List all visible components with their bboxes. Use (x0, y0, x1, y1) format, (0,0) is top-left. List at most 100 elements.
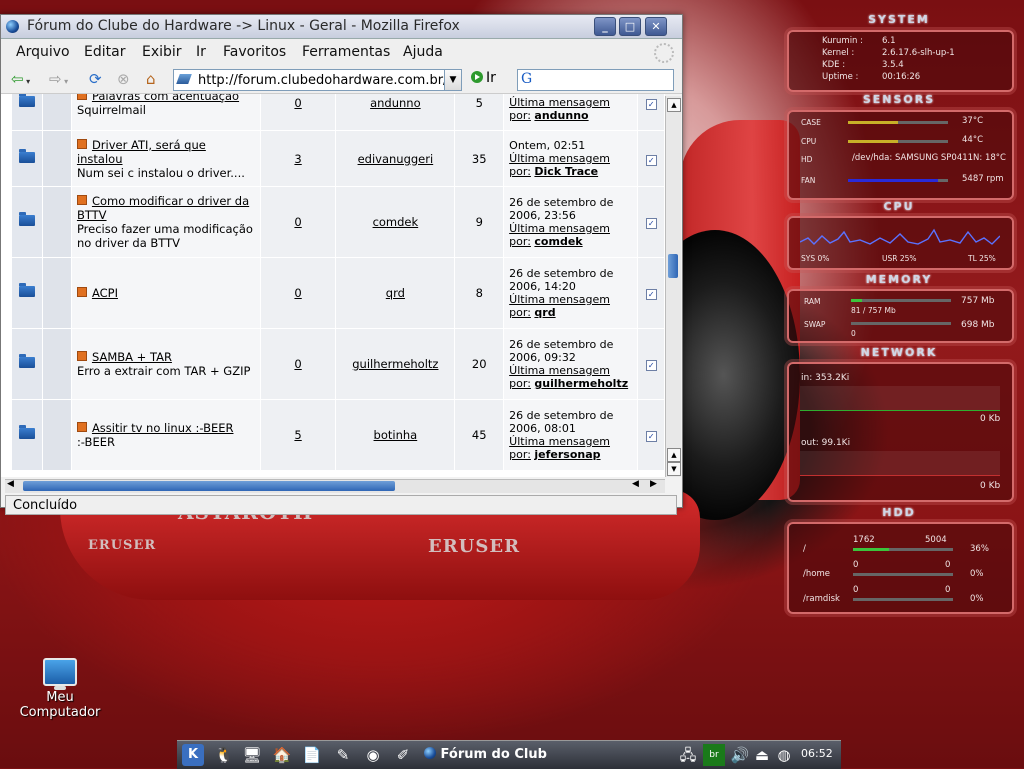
menu-ajuda[interactable]: Ajuda (403, 44, 443, 60)
topic-title-link[interactable]: Como modificar o driver da BTTV (77, 194, 249, 222)
scroll-left-end-icon[interactable]: ◀ (632, 479, 639, 489)
topic-title-link[interactable]: Palavras com acentuação (92, 94, 239, 103)
maximize-button[interactable]: □ (619, 17, 641, 36)
forward-button[interactable]: ⇨ ▾ (49, 70, 68, 88)
last-post-link[interactable]: Última mensagem (509, 435, 610, 448)
minimize-button[interactable]: _ (594, 17, 616, 36)
scroll-right-icon[interactable]: ▶ (650, 479, 657, 489)
vertical-scrollbar[interactable]: ▲ ▲ ▼ (665, 96, 681, 477)
volume-icon[interactable]: 🔊 (729, 744, 751, 766)
go-button[interactable]: Ir (471, 70, 496, 86)
menu-exibir[interactable]: Exibir (142, 44, 182, 60)
replies-link[interactable]: 0 (294, 357, 301, 371)
kde-menu-icon[interactable]: K (182, 744, 204, 766)
scroll-up-icon[interactable]: ▲ (667, 98, 681, 112)
taskbar-firefox-task[interactable]: Fórum do Club (424, 744, 554, 766)
back-dropdown-icon[interactable]: ▾ (24, 77, 30, 86)
author-link[interactable]: botinha (374, 428, 418, 442)
system-tray-globe-icon[interactable]: ◍ (773, 744, 795, 766)
stop-button[interactable]: ⊗ (117, 70, 130, 88)
topic-title-link[interactable]: Driver ATI, será que instalou (77, 138, 206, 166)
last-post-user-link[interactable]: jefersonap (534, 448, 600, 461)
menu-arquivo[interactable]: Arquivo (16, 44, 70, 60)
topic-select-checkbox[interactable]: ✓ (645, 360, 657, 371)
keyboard-layout-icon[interactable]: br (703, 744, 725, 766)
topic-title-link[interactable]: ACPI (92, 286, 118, 300)
topic-select-checkbox[interactable]: ✓ (645, 98, 657, 110)
home-button[interactable]: ⌂ (146, 70, 156, 88)
topic-cell: ACPI (70, 257, 261, 329)
clock[interactable]: 06:52 (801, 747, 833, 760)
swap-label: SWAP (804, 320, 826, 329)
replies-link[interactable]: 0 (294, 96, 301, 110)
topic-status-cell (41, 186, 72, 258)
media-player-icon[interactable]: ◉ (362, 744, 384, 766)
author-link[interactable]: guilhermeholtz (352, 357, 438, 371)
last-post-link[interactable]: Última mensagem (509, 152, 610, 165)
last-post-by-label: por: (509, 165, 531, 178)
last-post-user-link[interactable]: guilhermeholtz (534, 377, 628, 390)
url-bar[interactable] (173, 69, 446, 91)
author-link[interactable]: edivanuggeri (358, 152, 434, 166)
topic-folder-cell (11, 257, 43, 329)
last-post-date: 26 de setembro de 2006, 08:01 (509, 409, 614, 435)
url-history-dropdown[interactable]: ▼ (444, 69, 462, 91)
author-link[interactable]: andunno (370, 96, 421, 110)
close-button[interactable]: ✕ (645, 17, 667, 36)
office-icon[interactable]: ✎ (332, 744, 354, 766)
last-post-link[interactable]: Última mensagem (509, 222, 610, 235)
page-content: Palavras com acentuação Squirrelmail 0 andu… (1, 94, 665, 477)
menu-ferramentas[interactable]: Ferramentas (302, 44, 390, 60)
network-tray-icon[interactable]: 🖧 (677, 744, 699, 766)
topic-select-checkbox[interactable]: ✓ (645, 218, 657, 229)
replies-link[interactable]: 0 (294, 286, 301, 300)
topic-select-checkbox[interactable]: ✓ (645, 154, 657, 166)
scroll-down-icon[interactable]: ▼ (667, 462, 681, 476)
last-post-user-link[interactable]: Dick Trace (534, 165, 598, 178)
kurumin-penguin-icon[interactable]: 🐧 (213, 744, 235, 766)
select-cell: ✓ (637, 94, 665, 131)
hdd-mount: /home (803, 569, 830, 579)
last-post-link[interactable]: Última mensagem (509, 293, 610, 306)
author-link[interactable]: comdek (373, 215, 419, 229)
documents-icon[interactable]: 📄 (301, 744, 323, 766)
topic-description: :-BEER (76, 435, 115, 449)
editor-icon[interactable]: ✐ (392, 744, 414, 766)
hdd-used: 0 (853, 560, 859, 570)
google-search-engine-icon[interactable]: G (521, 71, 532, 87)
last-post-user-link[interactable]: comdek (534, 235, 582, 248)
vertical-scroll-thumb[interactable] (668, 254, 678, 278)
menu-ir[interactable]: Ir (196, 44, 206, 60)
removable-device-icon[interactable]: ⏏ (751, 744, 773, 766)
replies-link[interactable]: 5 (294, 428, 301, 442)
topic-title-link[interactable]: Assitir tv no linux :-BEER (92, 421, 234, 435)
replies-link[interactable]: 3 (294, 152, 301, 166)
horizontal-scroll-thumb[interactable] (23, 481, 395, 491)
last-post-user-link[interactable]: andunno (534, 109, 588, 122)
last-post-link[interactable]: Última mensagem (509, 96, 610, 109)
window-titlebar[interactable]: Fórum do Clube do Hardware -> Linux - Ge… (1, 15, 682, 39)
my-computer-desktop-icon[interactable]: Meu Computador (18, 654, 102, 720)
url-input[interactable] (196, 70, 446, 90)
reload-button[interactable]: ⟳ (89, 70, 102, 88)
topic-status-cell (41, 130, 72, 187)
author-link[interactable]: qrd (386, 286, 405, 300)
last-post-link[interactable]: Última mensagem (509, 364, 610, 377)
topic-select-checkbox[interactable]: ✓ (645, 289, 657, 300)
scroll-left-icon[interactable]: ◀ (7, 479, 14, 489)
home-folder-icon[interactable]: 🏠 (271, 744, 293, 766)
back-button[interactable]: ⇦ ▾ (11, 70, 30, 88)
forward-dropdown-icon[interactable]: ▾ (62, 77, 68, 86)
author-cell: botinha (335, 399, 456, 471)
search-box[interactable]: G (517, 69, 674, 91)
topic-select-checkbox[interactable]: ✓ (645, 431, 657, 442)
horizontal-scrollbar[interactable]: ◀ ◀ ▶ (5, 479, 665, 493)
firefox-icon[interactable] (6, 20, 19, 33)
last-post-user-link[interactable]: qrd (534, 306, 555, 319)
topic-title-link[interactable]: SAMBA + TAR (92, 350, 172, 364)
menu-editar[interactable]: Editar (84, 44, 125, 60)
scroll-up-small-icon[interactable]: ▲ (667, 448, 681, 462)
replies-link[interactable]: 0 (294, 215, 301, 229)
menu-favoritos[interactable]: Favoritos (223, 44, 286, 60)
desktop-manager-icon[interactable]: 🖥 (241, 744, 263, 766)
